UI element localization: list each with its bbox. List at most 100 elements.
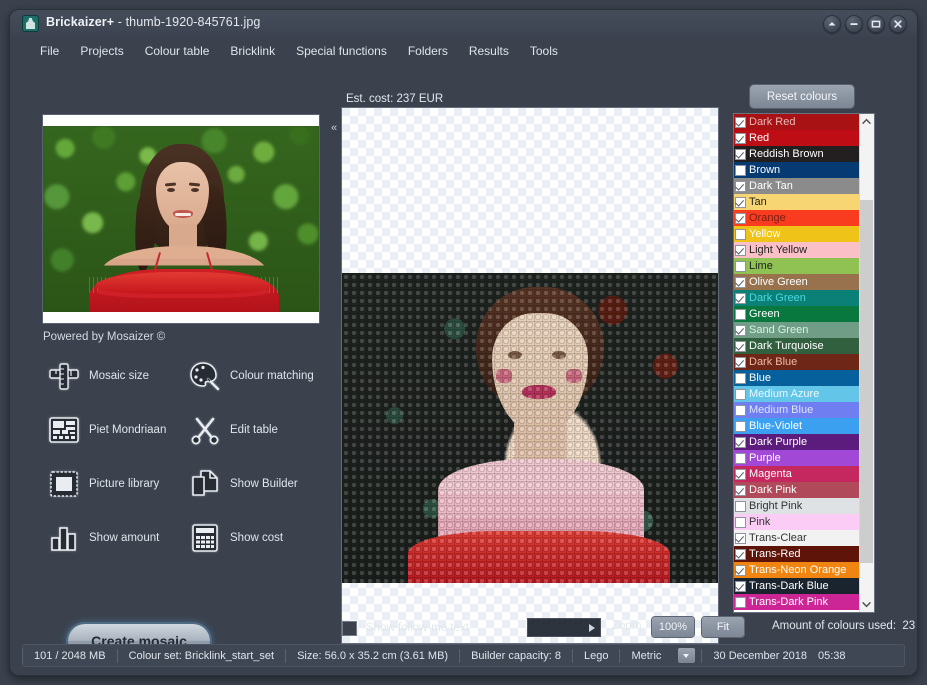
colour-row[interactable]: Dark Tan: [734, 178, 874, 194]
reset-colours-button[interactable]: Reset colours: [750, 85, 854, 108]
colour-list-scrollbar[interactable]: [859, 114, 874, 612]
menu-projects[interactable]: Projects: [80, 44, 123, 58]
colour-row[interactable]: Olive Green: [734, 274, 874, 290]
colour-row[interactable]: Blue: [734, 370, 874, 386]
action-show-amount[interactable]: Show amount: [43, 518, 184, 558]
colour-row[interactable]: Lime: [734, 258, 874, 274]
colour-checkbox[interactable]: [735, 533, 746, 544]
colour-row[interactable]: Trans-Dark Blue: [734, 578, 874, 594]
colour-row[interactable]: Trans-Dark Pink: [734, 594, 874, 610]
colour-checkbox[interactable]: [735, 325, 746, 336]
colour-row[interactable]: Dark Purple: [734, 434, 874, 450]
file-name-text: - thumb-1920-845761.jpg: [114, 15, 260, 29]
colour-checkbox[interactable]: [735, 421, 746, 432]
colour-list[interactable]: Dark RedRedReddish BrownBrownDark TanTan…: [734, 114, 874, 612]
mosaic-canvas[interactable]: [342, 108, 718, 643]
colour-row[interactable]: Dark Turquoise: [734, 338, 874, 354]
menu-folders[interactable]: Folders: [408, 44, 448, 58]
zoom-100-button[interactable]: 100%: [652, 617, 694, 637]
rollup-button[interactable]: [823, 15, 841, 33]
colour-row[interactable]: Reddish Brown: [734, 146, 874, 162]
documents-icon: [184, 464, 226, 504]
colour-checkbox[interactable]: [735, 229, 746, 240]
colour-row[interactable]: Trans-Neon Orange: [734, 562, 874, 578]
colour-row[interactable]: Trans-Clear: [734, 530, 874, 546]
colour-row[interactable]: Dark Red: [734, 114, 874, 130]
colour-row[interactable]: Trans-Red: [734, 546, 874, 562]
units-dropdown-button[interactable]: [678, 648, 695, 663]
chevron-up-icon[interactable]: [859, 114, 874, 129]
colour-checkbox[interactable]: [735, 501, 746, 512]
colour-row[interactable]: Brown: [734, 162, 874, 178]
colour-checkbox[interactable]: [735, 117, 746, 128]
menu-file[interactable]: File: [40, 44, 59, 58]
colour-checkbox[interactable]: [735, 581, 746, 592]
menu-bricklink[interactable]: Bricklink: [230, 44, 275, 58]
maximize-button[interactable]: [867, 15, 885, 33]
colour-row[interactable]: Pink: [734, 514, 874, 530]
menu-colour-table[interactable]: Colour table: [145, 44, 210, 58]
colour-checkbox[interactable]: [735, 469, 746, 480]
colour-row[interactable]: Dark Green: [734, 290, 874, 306]
colour-row[interactable]: Red: [734, 130, 874, 146]
colour-row[interactable]: Bright Pink: [734, 498, 874, 514]
colour-checkbox[interactable]: [735, 485, 746, 496]
action-show-builder[interactable]: Show Builder: [184, 464, 325, 504]
colour-row[interactable]: Orange: [734, 210, 874, 226]
close-button[interactable]: [889, 15, 907, 33]
colour-row[interactable]: Magenta: [734, 466, 874, 482]
colour-row[interactable]: Purple: [734, 450, 874, 466]
action-show-cost[interactable]: Show cost: [184, 518, 325, 558]
colour-checkbox[interactable]: [735, 453, 746, 464]
action-edit-table[interactable]: Edit table: [184, 410, 325, 450]
colour-checkbox[interactable]: [735, 437, 746, 448]
menu-special-functions[interactable]: Special functions: [296, 44, 387, 58]
colour-checkbox[interactable]: [735, 277, 746, 288]
colour-checkbox[interactable]: [735, 197, 746, 208]
zoom-select[interactable]: [527, 618, 601, 637]
colour-row[interactable]: Dark Pink: [734, 482, 874, 498]
action-mosaic-size[interactable]: Mosaic size: [43, 356, 184, 396]
colour-checkbox[interactable]: [735, 261, 746, 272]
colour-checkbox[interactable]: [735, 165, 746, 176]
colour-row[interactable]: Dark Blue: [734, 354, 874, 370]
colour-row[interactable]: Sand Green: [734, 322, 874, 338]
colour-checkbox[interactable]: [735, 309, 746, 320]
colour-checkbox[interactable]: [735, 181, 746, 192]
zoom-fit-button[interactable]: Fit: [702, 617, 744, 637]
colour-checkbox[interactable]: [735, 389, 746, 400]
collapse-left-panel-icon[interactable]: «: [327, 118, 341, 138]
colour-checkbox[interactable]: [735, 357, 746, 368]
colour-row[interactable]: Medium Blue: [734, 402, 874, 418]
colour-checkbox[interactable]: [735, 565, 746, 576]
colour-checkbox[interactable]: [735, 133, 746, 144]
action-icon-grid: Mosaic size: [43, 356, 333, 572]
minimize-button[interactable]: [845, 15, 863, 33]
source-photo: [43, 126, 319, 312]
colour-row[interactable]: Medium Azure: [734, 386, 874, 402]
chevron-down-icon[interactable]: [859, 597, 874, 612]
colour-checkbox[interactable]: [735, 213, 746, 224]
colour-checkbox[interactable]: [735, 293, 746, 304]
colour-checkbox[interactable]: [735, 341, 746, 352]
colour-checkbox[interactable]: [735, 245, 746, 256]
action-piet-mondriaan[interactable]: Piet Mondriaan: [43, 410, 184, 450]
action-colour-matching[interactable]: Colour matching: [184, 356, 325, 396]
colour-row[interactable]: Green: [734, 306, 874, 322]
colour-row[interactable]: Yellow: [734, 226, 874, 242]
source-photo-frame[interactable]: [43, 115, 319, 323]
scrollbar-thumb[interactable]: [860, 200, 873, 563]
action-picture-library[interactable]: Picture library: [43, 464, 184, 504]
menu-tools[interactable]: Tools: [530, 44, 558, 58]
colour-row[interactable]: Tan: [734, 194, 874, 210]
colour-checkbox[interactable]: [735, 373, 746, 384]
colour-checkbox[interactable]: [735, 405, 746, 416]
colour-row[interactable]: Light Yellow: [734, 242, 874, 258]
colour-row[interactable]: Blue-Violet: [734, 418, 874, 434]
colour-checkbox[interactable]: [735, 597, 746, 608]
colour-checkbox[interactable]: [735, 517, 746, 528]
colour-checkbox[interactable]: [735, 149, 746, 160]
menu-results[interactable]: Results: [469, 44, 509, 58]
colour-checkbox[interactable]: [735, 549, 746, 560]
show-follow-me-text-checkbox[interactable]: [342, 621, 357, 636]
